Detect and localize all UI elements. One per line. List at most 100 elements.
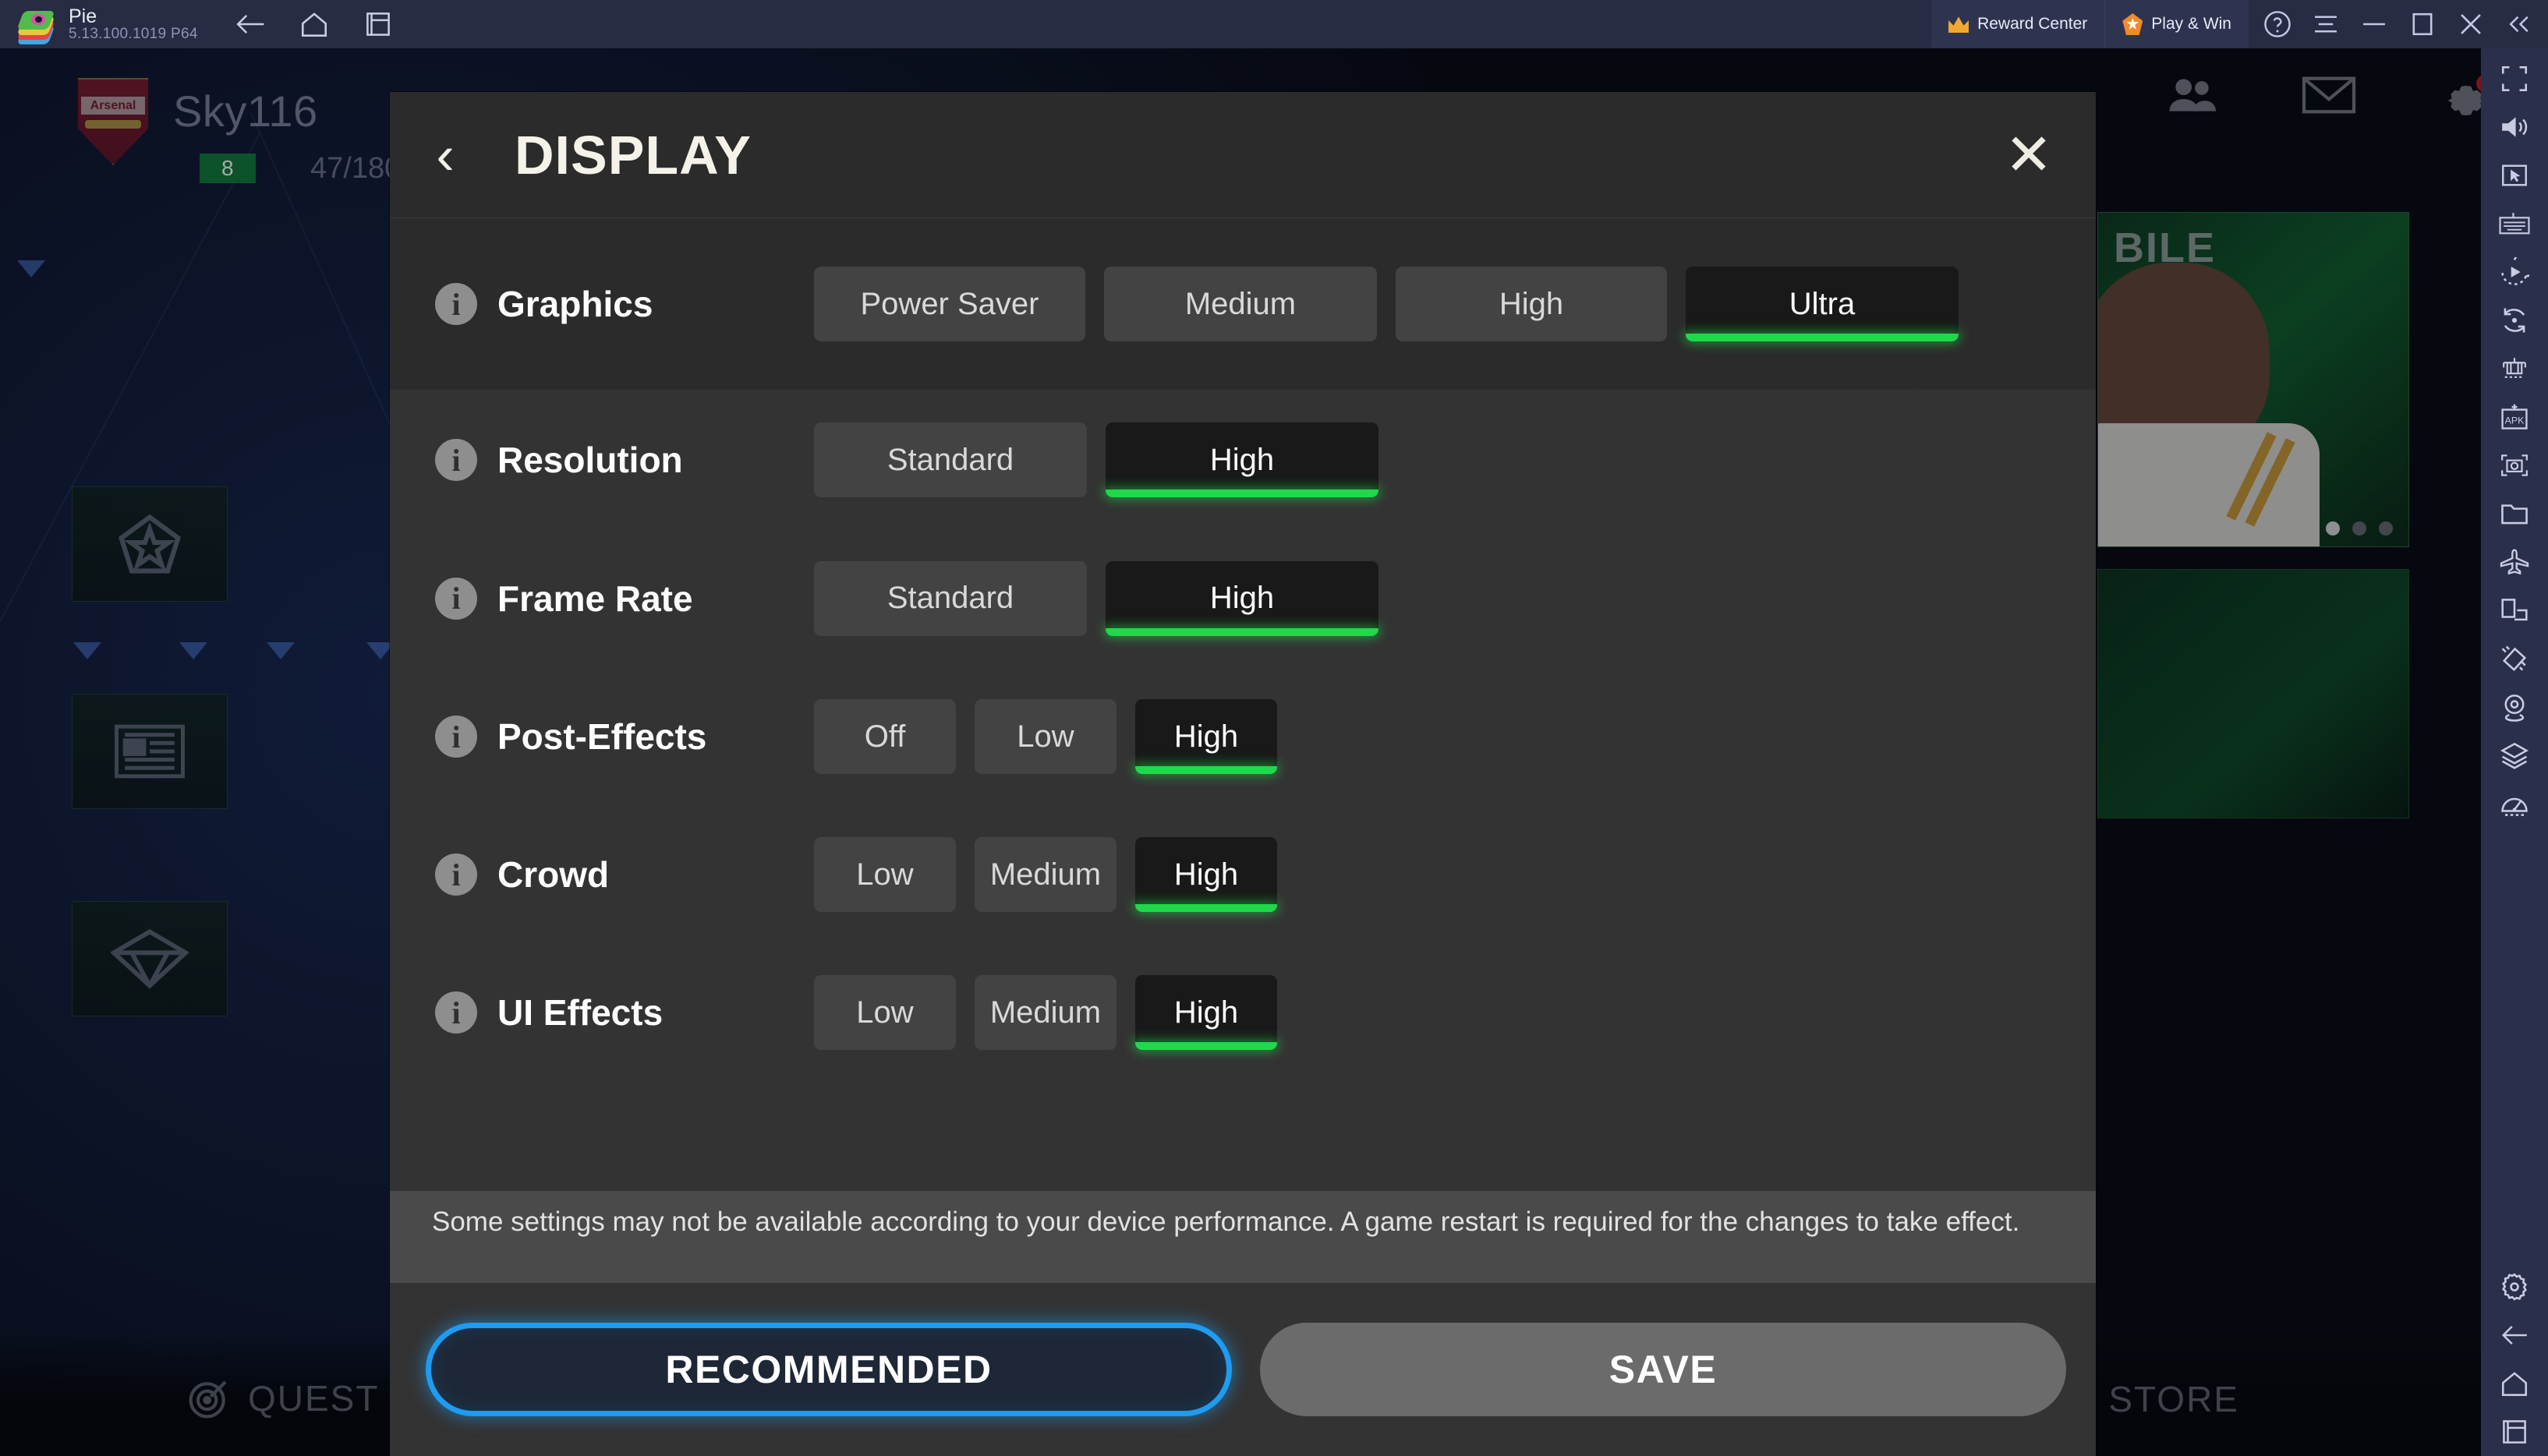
option-low[interactable]: Low	[814, 975, 956, 1050]
install-apk-icon[interactable]: APK	[2481, 393, 2548, 441]
promo-banner-secondary[interactable]	[2097, 569, 2409, 818]
recents-icon[interactable]	[2481, 1408, 2548, 1456]
setting-name: Frame Rate	[497, 578, 693, 619]
app-logo-icon	[16, 9, 58, 44]
collapse-button[interactable]	[2495, 0, 2543, 48]
setting-row-ui-effects: i UI Effects Low Medium High	[390, 942, 2096, 1083]
option-high[interactable]: High	[1106, 422, 1378, 497]
fullscreen-icon[interactable]	[2481, 55, 2548, 103]
player-level-badge: 8	[200, 154, 256, 183]
macro-record-icon[interactable]	[2481, 248, 2548, 296]
home-icon[interactable]	[299, 9, 329, 39]
info-icon[interactable]: i	[435, 439, 477, 481]
rotate-screen-icon[interactable]	[2481, 586, 2548, 634]
promo-banner[interactable]: BILE	[2097, 212, 2409, 547]
info-icon[interactable]: i	[435, 991, 477, 1034]
option-standard[interactable]: Standard	[814, 422, 1087, 497]
location-icon[interactable]	[2481, 683, 2548, 731]
performance-icon[interactable]	[2481, 779, 2548, 828]
settings-icon[interactable]	[2481, 1263, 2548, 1311]
volume-icon[interactable]	[2481, 103, 2548, 151]
info-icon[interactable]: i	[435, 716, 477, 758]
setting-row-crowd: i Crowd Low Medium High	[390, 807, 2096, 942]
option-high[interactable]: High	[1135, 975, 1277, 1050]
game-top-icons	[2168, 75, 2481, 129]
option-group-resolution: Standard High	[814, 422, 1378, 497]
sync-rotate-icon[interactable]	[2481, 296, 2548, 345]
club-name: Arsenal	[90, 98, 136, 112]
info-icon[interactable]: i	[435, 283, 477, 325]
play-and-win-button[interactable]: Play & Win	[2104, 0, 2249, 48]
emulator-titlebar: Pie 5.13.100.1019 P64 Reward Center Play…	[0, 0, 2548, 48]
friends-icon[interactable]	[2168, 76, 2216, 114]
option-high[interactable]: High	[1135, 837, 1277, 912]
option-group-crowd: Low Medium High	[814, 837, 1277, 912]
back-button[interactable]: ‹	[427, 126, 463, 184]
save-button[interactable]: SAVE	[1260, 1323, 2066, 1416]
option-low[interactable]: Low	[975, 699, 1117, 774]
star-badge-icon	[2122, 13, 2143, 35]
option-off[interactable]: Off	[814, 699, 956, 774]
option-low[interactable]: Low	[814, 837, 956, 912]
reward-center-button[interactable]: Reward Center	[1931, 0, 2105, 48]
setting-name: Post-Effects	[497, 716, 707, 757]
keymapping-icon[interactable]	[2481, 200, 2548, 248]
game-panel-gem[interactable]	[72, 901, 228, 1016]
settings-icon-wrap[interactable]	[2442, 75, 2481, 129]
window-controls	[2249, 0, 2548, 48]
option-ultra[interactable]: Ultra	[1686, 267, 1959, 341]
mail-icon[interactable]	[2302, 76, 2356, 114]
info-icon[interactable]: i	[435, 577, 477, 620]
quest-button[interactable]: QUEST	[187, 1376, 379, 1420]
dialog-actions: RECOMMENDED SAVE	[390, 1283, 2096, 1456]
option-power-saver[interactable]: Power Saver	[814, 267, 1085, 341]
shake-icon[interactable]	[2481, 634, 2548, 683]
display-settings-dialog: ‹ DISPLAY ✕ i Graphics Power Saver Mediu…	[390, 92, 2096, 1456]
option-group-graphics: Power Saver Medium High Ultra	[814, 267, 1959, 341]
help-button[interactable]	[2253, 0, 2302, 48]
menu-button[interactable]	[2302, 0, 2350, 48]
dialog-title: DISPLAY	[515, 124, 752, 186]
multi-instance-icon[interactable]	[363, 9, 393, 39]
option-high[interactable]: High	[1135, 699, 1277, 774]
target-icon	[189, 1380, 227, 1419]
promo-dots[interactable]	[2326, 521, 2393, 535]
minimize-button[interactable]	[2350, 0, 2398, 48]
maximize-button[interactable]	[2398, 0, 2447, 48]
game-panel-star[interactable]	[72, 486, 228, 602]
screenshot-icon[interactable]	[2481, 441, 2548, 489]
option-medium[interactable]: Medium	[975, 975, 1117, 1050]
option-medium[interactable]: Medium	[1104, 267, 1377, 341]
recommended-button[interactable]: RECOMMENDED	[426, 1323, 1232, 1416]
app-version: 5.13.100.1019 P64	[69, 26, 198, 43]
layers-icon[interactable]	[2481, 731, 2548, 779]
game-panel-news[interactable]	[72, 694, 228, 809]
home-icon[interactable]	[2481, 1359, 2548, 1408]
setting-name: UI Effects	[497, 992, 664, 1033]
option-high[interactable]: High	[1396, 267, 1667, 341]
close-button[interactable]	[2447, 0, 2495, 48]
quest-label: QUEST	[248, 1378, 380, 1419]
setting-row-frame-rate: i Frame Rate Standard High	[390, 530, 2096, 666]
media-folder-icon[interactable]	[2481, 489, 2548, 538]
setting-row-graphics: i Graphics Power Saver Medium High Ultra	[390, 218, 2096, 390]
close-button[interactable]: ✕	[2001, 125, 2057, 183]
reward-center-label: Reward Center	[1977, 15, 2088, 33]
back-icon[interactable]	[235, 9, 265, 39]
back-icon[interactable]	[2481, 1311, 2548, 1359]
option-group-post-effects: Off Low High	[814, 699, 1277, 774]
info-icon[interactable]: i	[435, 853, 477, 896]
dialog-header: ‹ DISPLAY ✕	[390, 92, 2096, 218]
multi-instance-sync-icon[interactable]	[2481, 345, 2548, 393]
dialog-note: Some settings may not be available accor…	[390, 1191, 2096, 1283]
note-text: Some settings may not be available accor…	[432, 1207, 2020, 1237]
graphics-section: i Graphics Power Saver Medium High Ultra	[390, 218, 2096, 390]
option-high[interactable]: High	[1106, 560, 1378, 636]
crown-icon	[1948, 16, 1969, 33]
airplane-icon[interactable]	[2481, 538, 2548, 586]
option-medium[interactable]: Medium	[975, 837, 1117, 912]
row-label: i Frame Rate	[390, 577, 814, 620]
setting-name: Graphics	[497, 284, 653, 324]
cursor-icon[interactable]	[2481, 151, 2548, 200]
option-standard[interactable]: Standard	[814, 560, 1087, 636]
